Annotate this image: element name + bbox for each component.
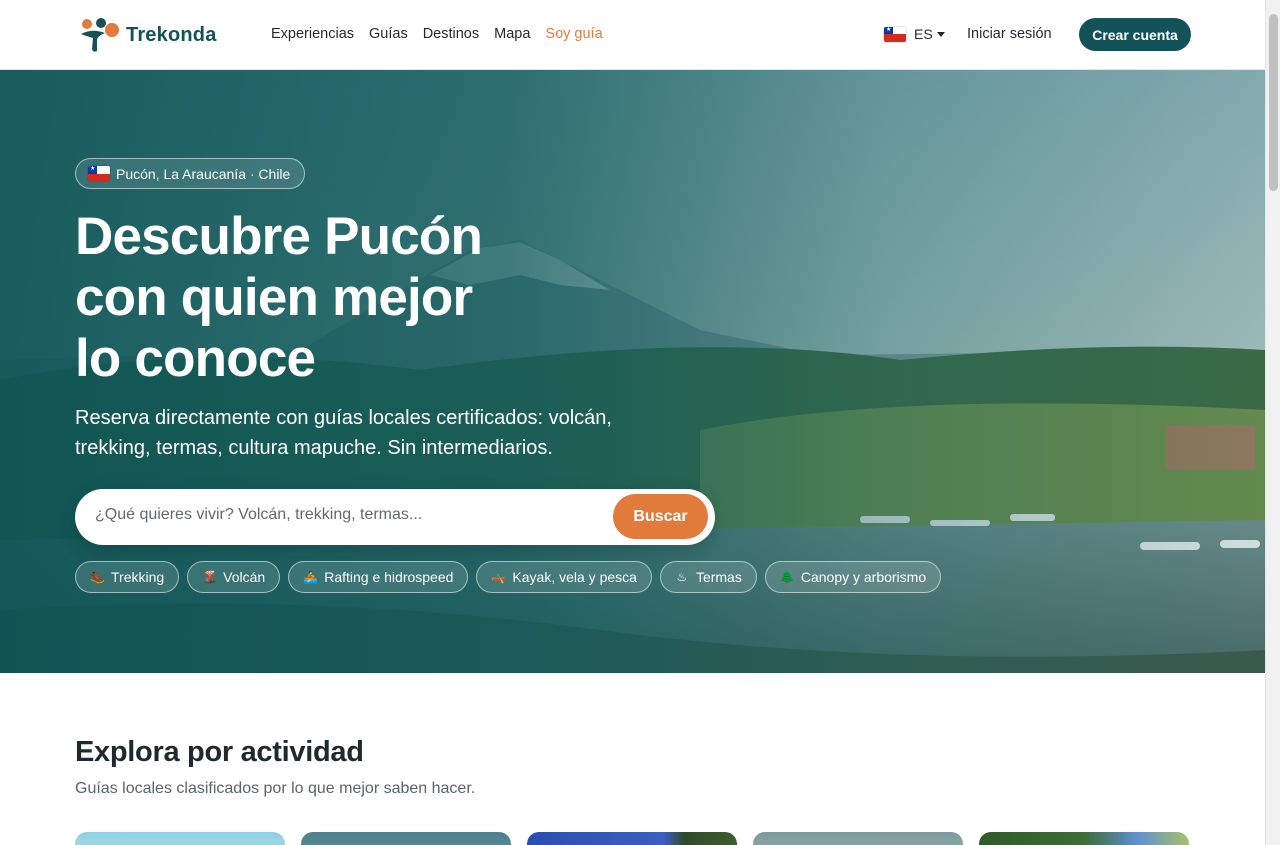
trekonda-logo-icon (81, 18, 119, 52)
create-account-button[interactable]: Crear cuenta (1079, 18, 1191, 51)
search-button[interactable]: Buscar (613, 494, 708, 539)
activity-card[interactable] (75, 832, 285, 845)
hero-title-line: Descubre Pucón (75, 207, 483, 266)
page-scrollbar[interactable] (1265, 0, 1280, 845)
nav-item-soy-guia[interactable]: Soy guía (545, 26, 602, 42)
chip-label: Trekking (111, 569, 165, 585)
chip-rafting[interactable]: 🚣 Rafting e hidrospeed (288, 561, 469, 593)
chip-label: Kayak, vela y pesca (512, 569, 637, 585)
login-link[interactable]: Iniciar sesión (967, 26, 1052, 42)
chip-label: Rafting e hidrospeed (324, 569, 454, 585)
activity-chips: 🥾 Trekking 🌋 Volcán 🚣 Rafting e hidrospe… (75, 561, 942, 593)
main-nav: Experiencias Guías Destinos Mapa Soy guí… (271, 26, 603, 42)
chip-volcan[interactable]: 🌋 Volcán (187, 561, 281, 593)
activity-cards (75, 832, 1189, 845)
volcano-icon: 🌋 (202, 570, 218, 584)
chip-kayak[interactable]: 🛶 Kayak, vela y pesca (476, 561, 652, 593)
chip-termas[interactable]: ♨ Termas (659, 561, 757, 593)
nav-item-experiencias[interactable]: Experiencias (271, 26, 354, 42)
hiking-boot-icon: 🥾 (90, 570, 105, 584)
chip-label: Canopy y arborismo (800, 569, 927, 585)
language-selector[interactable]: ★ ES (884, 26, 945, 42)
activity-card[interactable] (979, 832, 1189, 845)
hero-title-line: con quien mejor (75, 268, 473, 327)
hero-title: Descubre Pucón con quien mejor lo conoce (75, 206, 595, 389)
location-text: Pucón, La Araucanía · Chile (116, 165, 291, 182)
search-input[interactable] (95, 506, 595, 524)
rafting-icon: 🚣 (303, 570, 319, 584)
chile-flag-icon: ★ (88, 166, 110, 181)
top-navbar: Trekonda Experiencias Guías Destinos Map… (0, 0, 1265, 70)
language-code: ES (914, 26, 933, 42)
caret-down-icon (936, 31, 945, 37)
chip-label: Termas (695, 569, 742, 585)
activity-card[interactable] (301, 832, 511, 845)
explore-section-title: Explora por actividad (75, 736, 364, 768)
chile-flag-icon: ★ (884, 26, 906, 42)
hero-title-line: lo conoce (75, 329, 316, 388)
chip-canopy[interactable]: 🌲 Canopy y arborismo (764, 561, 942, 593)
activity-card[interactable] (527, 832, 737, 845)
nav-item-destinos[interactable]: Destinos (423, 26, 479, 42)
activity-card[interactable] (753, 832, 963, 845)
nav-item-guias[interactable]: Guías (369, 26, 408, 42)
brand-logo[interactable]: Trekonda (78, 17, 217, 53)
scrollbar-thumb[interactable] (1269, 14, 1278, 191)
location-badge: ★ Pucón, La Araucanía · Chile (75, 158, 306, 189)
hot-springs-icon: ♨ (676, 570, 688, 584)
brand-name: Trekonda (126, 23, 217, 46)
nav-item-mapa[interactable]: Mapa (494, 26, 530, 42)
search-bar: Buscar (75, 489, 715, 545)
chip-trekking[interactable]: 🥾 Trekking (75, 561, 180, 593)
hero-subtitle: Reserva directamente con guías locales c… (75, 407, 612, 459)
canopy-icon: 🌲 (779, 570, 795, 584)
kayak-icon: 🛶 (491, 570, 507, 584)
chip-label: Volcán (223, 569, 266, 585)
explore-section-subtitle: Guías locales clasificados por lo que me… (75, 780, 476, 797)
hero-section: ★ Pucón, La Araucanía · Chile Descubre P… (0, 70, 1265, 673)
